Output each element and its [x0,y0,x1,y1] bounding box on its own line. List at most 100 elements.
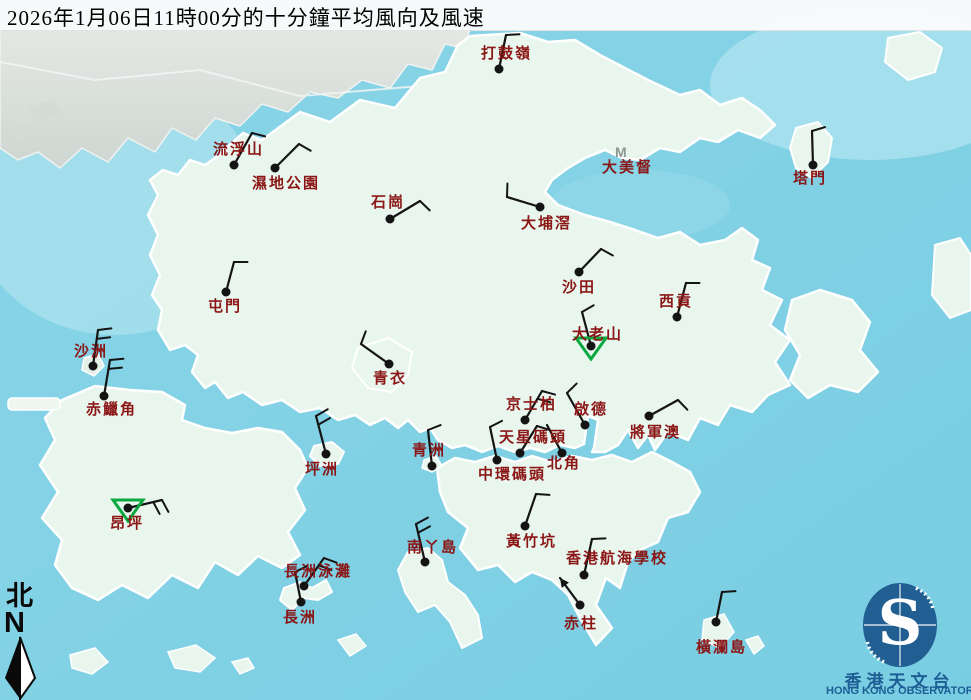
compass-north-zh: 北 [6,583,42,610]
station-label-京士柏: 京士柏 [506,397,557,414]
wind-barb-tick [420,201,430,210]
station-label-青衣: 青衣 [373,371,407,388]
wind-barb-stem [812,131,813,165]
station-dot [521,522,530,531]
wind-arrow-head [560,578,569,588]
wind-barb-stem [579,249,601,272]
station-label-橫瀾島: 橫瀾島 [696,640,747,657]
station-label-濕地公園: 濕地公園 [252,176,320,193]
station-label-將軍澳: 將軍澳 [630,425,681,442]
station-dot [521,416,530,425]
station-label-屯門: 屯門 [208,299,242,316]
hko-logo: S 香港天文台 HONG KONG OBSERVATORY [828,580,971,700]
station-青衣 [361,331,394,368]
station-label-長洲泳灘: 長洲泳灘 [284,564,352,581]
wind-barb-tick [592,538,605,539]
station-dot [297,598,306,607]
station-label-赤柱: 赤柱 [564,616,598,633]
station-dot [576,601,585,610]
station-橫瀾島 [712,591,736,626]
north-compass: 北 N [2,583,42,700]
wind-barb-tick [428,425,441,430]
station-label-西貢: 西貢 [659,294,693,311]
station-label-大老山: 大老山 [572,327,623,344]
station-label-沙田: 沙田 [562,280,596,297]
wind-barb-tick [318,418,330,425]
station-dot [300,582,309,591]
station-label-大埔滘: 大埔滘 [521,216,572,233]
station-label-香港航海學校: 香港航海學校 [566,551,668,568]
station-濕地公園 [271,144,311,173]
station-dot [536,203,545,212]
station-沙田 [575,249,613,277]
station-dot [421,558,430,567]
title-bar: 2026年1月06日11時00分的十分鐘平均風向及風速 [0,0,971,31]
station-label-啟德: 啟德 [574,402,608,419]
station-label-南丫島: 南丫島 [407,540,458,557]
wind-barb-tick [324,558,337,563]
compass-north-en: N [4,610,42,636]
station-將軍澳 [645,400,688,421]
wind-barb-tick [582,305,594,312]
station-dot [581,421,590,430]
wind-barb-tick [110,359,123,360]
station-dot [385,360,394,369]
wind-barb-tick [97,337,110,339]
wind-barb-tick [162,500,168,512]
station-塔門 [809,127,825,169]
wind-barb-tick [316,409,328,416]
wind-barb-stem [490,427,497,460]
wind-barb-stem [104,360,110,396]
station-dot [712,618,721,627]
station-屯門 [222,262,248,297]
station-dot [124,504,133,513]
map-marker-m: M [615,144,627,160]
station-dot [493,456,502,465]
compass-needle-icon [2,636,40,700]
wind-barb-tick [252,133,265,136]
wind-barb-stem [275,144,299,168]
station-坪洲 [316,409,331,458]
svg-text:S: S [878,586,923,659]
station-dot [428,462,437,471]
wind-barb-stem [649,400,678,416]
station-赤柱 [560,578,585,610]
station-label-昂坪: 昂坪 [110,516,144,533]
station-label-黃竹坑: 黃竹坑 [506,534,557,551]
station-label-打鼓嶺: 打鼓嶺 [481,46,532,63]
wind-barb-stem [507,197,540,207]
station-dot [230,161,239,170]
station-label-青洲: 青洲 [412,443,446,460]
wind-overlay-svg [0,0,971,700]
wind-barb-tick [418,526,430,532]
hko-name-en: HONG KONG OBSERVATORY [826,685,971,697]
station-label-沙洲: 沙洲 [74,344,108,361]
station-label-塔門: 塔門 [793,171,827,188]
station-label-中環碼頭: 中環碼頭 [478,467,546,484]
wind-barb-stem [226,262,234,292]
station-dot [322,450,331,459]
station-label-赤鱲角: 赤鱲角 [86,402,137,419]
wind-barb-tick [812,127,825,131]
station-label-北角: 北角 [547,456,581,473]
wind-map-stage: 打鼓嶺流浮山濕地公園石崗 大美督塔門大埔滘沙田屯門 西貢沙洲 大老山赤鱲角 青衣京士柏啟… [0,0,971,700]
wind-barb-tick [536,494,549,495]
station-dot [809,161,818,170]
station-大埔滘 [507,184,545,212]
station-label-大美督: 大美督 [602,160,653,177]
station-label-天星碼頭: 天星碼頭 [499,430,567,447]
station-label-流浮山: 流浮山 [213,142,264,159]
station-dot [222,288,231,297]
wind-barb-tick [542,391,555,395]
wind-barb-stem [716,592,722,622]
station-dot [575,268,584,277]
wind-barb-tick [490,421,502,427]
station-label-坪洲: 坪洲 [305,462,339,479]
wind-barb-stem [525,494,536,526]
wind-barb-tick [722,591,735,592]
station-label-石崗: 石崗 [371,195,405,212]
station-dot [673,313,682,322]
station-label-長洲: 長洲 [283,610,317,627]
wind-barb-tick [601,249,613,255]
station-dot [645,412,654,421]
